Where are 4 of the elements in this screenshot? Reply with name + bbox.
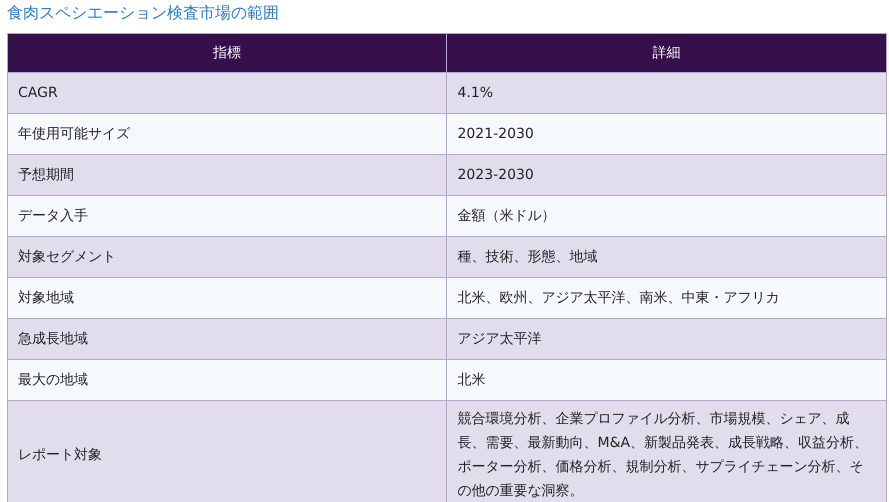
section-title: 食肉スペシエーション検査市場の範囲 xyxy=(7,2,280,24)
table-cell: レポート対象 xyxy=(8,400,447,502)
column-header: 指標 xyxy=(8,34,447,72)
column-header: 詳細 xyxy=(446,34,886,72)
